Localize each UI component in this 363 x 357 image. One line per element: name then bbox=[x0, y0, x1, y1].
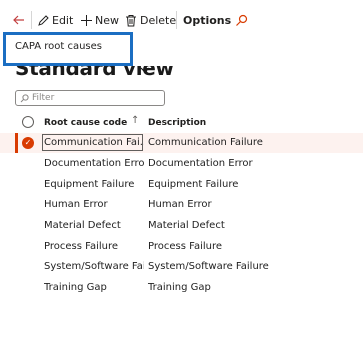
pencil-icon bbox=[38, 14, 49, 26]
options-label: Options bbox=[183, 13, 232, 27]
column-header-root-cause-code[interactable]: Root cause code bbox=[44, 118, 127, 128]
description-cell[interactable]: Equipment Failure bbox=[148, 179, 238, 190]
filter-input[interactable]: Filter bbox=[15, 90, 165, 106]
select-all-radio[interactable] bbox=[22, 116, 34, 128]
table-row[interactable]: System/Software Fail System/Software Fai… bbox=[0, 257, 363, 277]
description-cell[interactable]: System/Software Failure bbox=[148, 261, 269, 272]
root-cause-code-cell[interactable]: Human Error bbox=[44, 199, 144, 210]
checkmark-icon[interactable]: ✓ bbox=[22, 137, 34, 149]
search-button[interactable] bbox=[235, 11, 248, 29]
search-icon bbox=[236, 14, 248, 26]
root-cause-code-cell[interactable]: Documentation Error bbox=[44, 158, 144, 169]
back-button[interactable] bbox=[12, 11, 26, 29]
column-header-description[interactable]: Description bbox=[148, 118, 206, 128]
root-cause-code-cell[interactable]: Communication Fai... bbox=[44, 137, 144, 148]
back-arrow-icon bbox=[13, 15, 24, 25]
options-tab[interactable]: Options bbox=[183, 11, 231, 29]
sort-ascending-icon[interactable]: ↑ bbox=[131, 115, 139, 126]
toolbar-divider bbox=[176, 11, 177, 29]
search-icon bbox=[20, 93, 29, 102]
root-cause-code-cell[interactable]: Process Failure bbox=[44, 241, 144, 252]
delete-button[interactable]: Delete bbox=[125, 11, 176, 29]
root-cause-code-cell[interactable]: System/Software Fail bbox=[44, 261, 144, 272]
new-button[interactable]: New bbox=[80, 11, 119, 29]
edit-label: Edit bbox=[52, 13, 74, 27]
description-cell[interactable]: Process Failure bbox=[148, 241, 222, 252]
root-cause-code-cell[interactable]: Training Gap bbox=[44, 282, 144, 293]
root-cause-code-cell[interactable]: Equipment Failure bbox=[44, 179, 144, 190]
toolbar-divider bbox=[31, 11, 32, 29]
table-row[interactable]: Material Defect Material Defect bbox=[0, 216, 363, 236]
description-cell[interactable]: Training Gap bbox=[148, 282, 211, 293]
trash-icon bbox=[126, 14, 136, 26]
description-cell[interactable]: Documentation Error bbox=[148, 158, 253, 169]
delete-label: Delete bbox=[140, 13, 177, 27]
table-row[interactable]: Training Gap Training Gap bbox=[0, 278, 363, 298]
table-row[interactable]: Process Failure Process Failure bbox=[0, 237, 363, 257]
table-row[interactable]: Human Error Human Error bbox=[0, 195, 363, 215]
selection-marker bbox=[15, 133, 18, 153]
description-cell[interactable]: Material Defect bbox=[148, 220, 225, 231]
view-title-area: Standard view bbox=[0, 66, 363, 86]
table-row[interactable]: ✓ Communication Fai... Communication Fai… bbox=[0, 133, 363, 153]
chevron-down-icon[interactable] bbox=[140, 66, 150, 74]
edit-button[interactable]: Edit bbox=[37, 11, 73, 29]
description-cell[interactable]: Communication Failure bbox=[148, 137, 263, 148]
description-cell[interactable]: Human Error bbox=[148, 199, 212, 210]
table-row[interactable]: Documentation Error Documentation Error bbox=[0, 154, 363, 174]
table-row[interactable]: Equipment Failure Equipment Failure bbox=[0, 175, 363, 195]
plus-icon bbox=[81, 14, 92, 26]
new-label: New bbox=[95, 13, 119, 27]
filter-placeholder: Filter bbox=[32, 93, 55, 103]
root-cause-code-cell[interactable]: Material Defect bbox=[44, 220, 144, 231]
page-caption: CAPA root causes bbox=[15, 41, 102, 52]
